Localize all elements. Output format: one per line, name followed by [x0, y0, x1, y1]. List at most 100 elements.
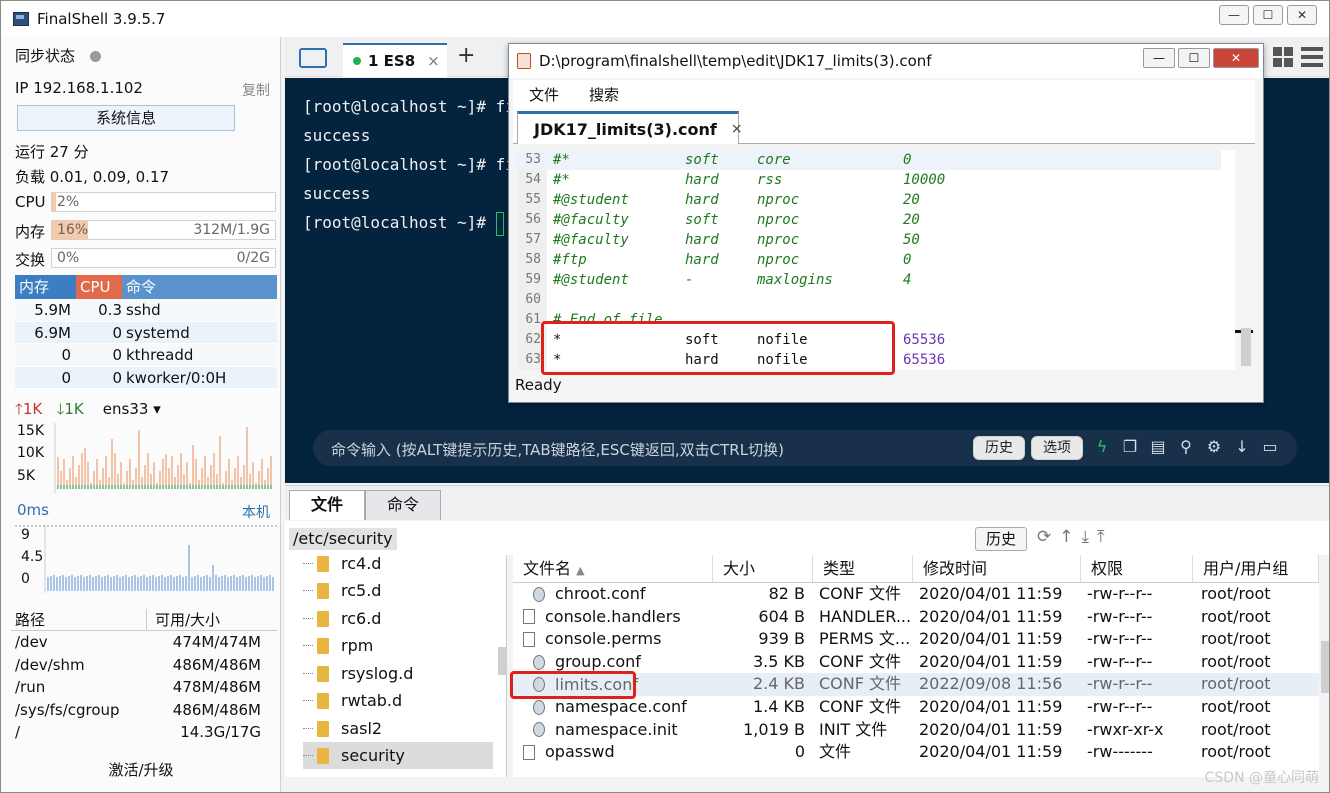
tree-item[interactable]: sasl2 [303, 715, 382, 742]
code-domain: #* [553, 152, 570, 168]
add-tab-button[interactable]: + [457, 43, 475, 68]
parent-dir-icon[interactable]: ↑ [1059, 527, 1073, 547]
tree-item[interactable]: rc4.d [303, 555, 381, 577]
process-row[interactable]: 0 0 kthreadd [15, 344, 277, 367]
grid-view-icon[interactable] [1273, 47, 1293, 67]
editor-minimize-button[interactable]: — [1143, 48, 1175, 68]
col-owner[interactable]: 用户/用户组 [1193, 555, 1319, 582]
proc-col-cpu[interactable]: CPU [76, 275, 122, 299]
session-tab-es8[interactable]: 1 ES8 × [343, 43, 447, 77]
disk-row[interactable]: /run 478M/486M [11, 676, 277, 699]
tab-files[interactable]: 文件 [289, 490, 365, 520]
editor-maximize-button[interactable]: ☐ [1178, 48, 1210, 68]
net-bar [216, 485, 218, 489]
system-info-button[interactable]: 系统信息 [17, 105, 235, 131]
close-icon[interactable]: × [731, 121, 743, 137]
network-interface-select[interactable]: ens33 [103, 400, 149, 418]
process-row[interactable]: 0 0 kworker/0:0H [15, 366, 277, 389]
command-input-bar[interactable]: 命令输入 (按ALT键提示历史,TAB键路径,ESC键返回,双击CTRL切换) … [313, 430, 1297, 466]
maximize-button[interactable]: ☐ [1253, 5, 1283, 25]
download-icon[interactable]: ⤓ [1082, 527, 1090, 547]
col-filename[interactable]: 文件名 ▲ [513, 555, 713, 582]
disk-row[interactable]: /dev/shm 486M/486M [11, 654, 277, 677]
latency-bar [212, 565, 214, 591]
menu-file[interactable]: 文件 [529, 84, 559, 105]
copy-ip-link[interactable]: 复制 [242, 80, 270, 100]
net-bar [120, 485, 122, 489]
tree-item[interactable]: rsyslog.d [303, 660, 413, 687]
copy-icon[interactable]: ❐ [1121, 436, 1139, 458]
file-row[interactable]: console.perms 939 B PERMS 文... 2020/04/01 1… [513, 628, 1319, 651]
close-tab-icon[interactable]: × [427, 52, 440, 70]
editor-title-bar: D:\program\finalshell\temp\edit\JDK17_li… [509, 44, 1263, 78]
disk-row[interactable]: /sys/fs/cgroup 486M/486M [11, 699, 277, 722]
command-input-placeholder[interactable]: 命令输入 (按ALT键提示历史,TAB键路径,ESC键返回,双击CTRL切换) [331, 439, 784, 460]
paste-icon[interactable]: ▤ [1149, 436, 1167, 458]
file-row[interactable]: console.handlers 604 B HANDLER... 2020/04/0… [513, 606, 1319, 629]
tree-item[interactable]: rwtab.d [303, 687, 402, 714]
download-icon[interactable]: ↓ [1233, 436, 1251, 458]
disk-col-path[interactable]: 路径 [11, 609, 147, 630]
tree-item[interactable]: rpm [303, 632, 373, 659]
minimize-button[interactable]: — [1219, 5, 1249, 25]
proc-col-mem[interactable]: 内存 [15, 275, 76, 299]
file-list-scrollbar[interactable] [1321, 641, 1329, 693]
net-bar [198, 485, 200, 489]
tree-item[interactable]: rc6.d [303, 605, 381, 632]
col-size[interactable]: 大小 [713, 555, 813, 582]
tree-item[interactable]: rc5.d [303, 577, 381, 604]
monitor-panel: 同步状态 IP 192.168.1.102 复制 系统信息 运行 27 分 负载… [1, 37, 281, 792]
search-icon[interactable]: ⚲ [1177, 436, 1195, 458]
process-row[interactable]: 5.9M 0.3 sshd [15, 299, 277, 322]
file-row[interactable]: opasswd 0 文件 2020/04/01 11:59 -rw------- root… [513, 741, 1319, 764]
refresh-icon[interactable]: ⟳ [1037, 527, 1051, 547]
editor-tab[interactable]: JDK17_limits(3).conf × [517, 111, 743, 144]
lightning-icon[interactable]: ϟ [1093, 436, 1111, 458]
disk-col-size[interactable]: 可用/大小 [147, 609, 277, 630]
file-mtime: 2020/04/01 11:59 [919, 629, 1063, 649]
file-row[interactable]: group.conf 3.5 KB CONF 文件 2020/04/01 11:59 -… [513, 651, 1319, 674]
window-icon[interactable]: ▭ [1261, 436, 1279, 458]
editor-scrollbar[interactable] [1235, 150, 1253, 370]
tab-commands[interactable]: 命令 [365, 490, 441, 520]
file-row[interactable]: namespace.conf 1.4 KB CONF 文件 2020/04/01 11… [513, 696, 1319, 719]
command-history-button[interactable]: 历史 [973, 436, 1025, 460]
activate-upgrade-link[interactable]: 激活/升级 [1, 759, 281, 780]
latency-bar [137, 577, 139, 591]
net-bar [201, 485, 203, 489]
proc-col-cmd[interactable]: 命令 [122, 275, 277, 299]
net-bar [138, 485, 140, 489]
chevron-down-icon[interactable]: ▾ [148, 400, 161, 418]
latency-target[interactable]: 本机 [242, 502, 270, 522]
editor-title: D:\program\finalshell\temp\edit\JDK17_li… [539, 52, 932, 70]
code-item: rss [757, 172, 783, 188]
upload-icon[interactable]: ⤒ [1097, 527, 1105, 547]
disk-row[interactable]: /dev 474M/474M [11, 631, 277, 654]
file-size: 939 B [758, 629, 805, 649]
process-row[interactable]: 6.9M 0 systemd [15, 321, 277, 344]
path-toolbar: ⟳ ↑ ⤓ ⤒ [1037, 527, 1105, 547]
path-history-button[interactable]: 历史 [975, 527, 1027, 551]
tree-item-selected[interactable]: security [303, 742, 493, 769]
col-mtime[interactable]: 修改时间 [913, 555, 1081, 582]
menu-search[interactable]: 搜索 [589, 84, 619, 105]
list-view-icon[interactable] [1301, 47, 1323, 67]
latency-bar [77, 576, 79, 591]
command-options-button[interactable]: 选项 [1031, 436, 1083, 460]
current-path-field[interactable]: /etc/security [289, 528, 397, 550]
editor-close-button[interactable]: ✕ [1213, 48, 1259, 68]
tree-scrollbar[interactable] [498, 647, 506, 675]
latency-bar [71, 575, 73, 591]
folder-icon[interactable] [299, 48, 327, 68]
file-row[interactable]: namespace.init 1,019 B INIT 文件 2020/04/01 1… [513, 719, 1319, 742]
gear-icon[interactable]: ⚙ [1205, 436, 1223, 458]
editor-scroll-thumb[interactable] [1241, 328, 1251, 366]
code-type: - [685, 272, 694, 288]
net-bar [150, 485, 152, 489]
close-button[interactable]: ✕ [1287, 5, 1317, 25]
file-row[interactable]: chroot.conf 82 B CONF 文件 2020/04/01 11:59 -r… [513, 583, 1319, 606]
editor-tabs: JDK17_limits(3).conf × [513, 108, 1255, 144]
col-type[interactable]: 类型 [813, 555, 913, 582]
disk-row[interactable]: / 14.3G/17G [11, 721, 277, 744]
col-perm[interactable]: 权限 [1081, 555, 1193, 582]
